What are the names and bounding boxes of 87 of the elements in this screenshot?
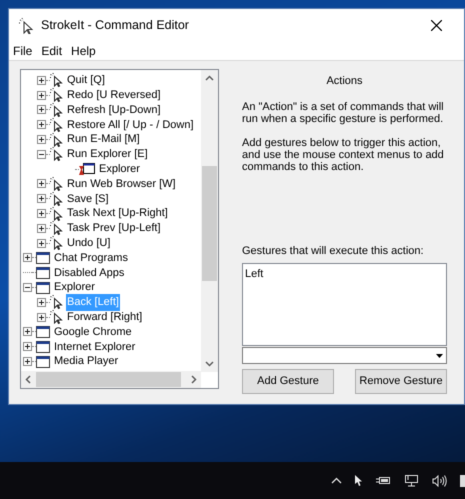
window-icon (36, 252, 50, 264)
tree-item[interactable]: Run E-Mail [M] (66, 131, 141, 148)
tree-item[interactable]: Refresh [Up-Down] (66, 102, 162, 118)
gesture-cursor-icon (50, 73, 63, 88)
tree-item[interactable]: Forward [Right] (66, 308, 144, 326)
expand-toggle[interactable] (23, 253, 32, 262)
action-button[interactable]: Add Gesture (242, 369, 334, 394)
tree-item[interactable]: Redo [U Reversed] (66, 86, 162, 104)
expand-toggle[interactable] (37, 238, 46, 248)
expand-toggle[interactable] (37, 312, 46, 322)
tree-item[interactable]: Undo [U] (66, 234, 112, 252)
gesture-cursor-icon (19, 18, 35, 34)
expand-toggle[interactable] (37, 135, 46, 144)
tree-item[interactable]: Chat Programs (53, 250, 129, 266)
panel-heading: Actions (326, 74, 363, 89)
tree-item[interactable]: Explorer (98, 160, 141, 178)
expand-toggle[interactable] (37, 298, 46, 307)
speaker-icon[interactable] (432, 474, 447, 486)
scroll-right-icon[interactable] (191, 375, 197, 384)
action-button[interactable]: Remove Gesture (355, 369, 447, 394)
menu-item[interactable]: File (13, 42, 32, 60)
window-icon (36, 340, 50, 353)
dropdown-caret-icon (436, 354, 443, 358)
description-text: Add gestures below to trigger this action, and use the mouse context menus to add commands to this action. (242, 136, 445, 172)
scroll-thumb[interactable] (202, 166, 217, 281)
cursor-icon[interactable] (355, 475, 363, 486)
notification-icon[interactable] (460, 474, 465, 486)
gesture-cursor-icon (50, 102, 63, 117)
tree-item[interactable]: Internet Explorer (53, 338, 136, 355)
tree-item[interactable]: Save [S] (66, 190, 110, 208)
collapse-toggle[interactable] (23, 283, 32, 292)
horizontal-scrollbar[interactable] (21, 371, 201, 388)
tree-item[interactable]: Restore All [/ Up - / Down] (66, 116, 195, 134)
scroll-down-icon[interactable] (205, 361, 214, 367)
gesture-cursor-icon (50, 221, 63, 236)
scroll-thumb[interactable] (36, 372, 181, 387)
menu-item[interactable]: Help (71, 42, 96, 60)
description-text: An "Action" is a set of commands that will run when a specific gesture is performed. (242, 100, 445, 124)
collapse-toggle[interactable] (37, 150, 46, 159)
application-icon (79, 162, 95, 176)
gesture-cursor-icon (50, 236, 63, 250)
gesture-cursor-icon (50, 118, 63, 132)
scroll-left-icon[interactable] (25, 375, 31, 384)
gesture-dropdown[interactable] (242, 347, 447, 364)
expand-toggle[interactable] (37, 90, 46, 100)
close-icon[interactable] (431, 20, 442, 31)
tree-item[interactable]: Explorer (53, 279, 96, 296)
vertical-scrollbar[interactable] (201, 70, 218, 372)
gesture-entry[interactable]: Left (245, 266, 444, 282)
expand-toggle[interactable] (23, 357, 32, 366)
expand-toggle[interactable] (37, 120, 46, 130)
expand-toggle[interactable] (37, 224, 46, 233)
expand-toggle[interactable] (37, 105, 46, 114)
tree-item[interactable]: Quit [Q] (66, 72, 106, 89)
tree-item[interactable]: Run Web Browser [W] (66, 176, 177, 192)
tree-item[interactable]: Google Chrome (53, 324, 133, 340)
expand-toggle[interactable] (37, 179, 46, 188)
scroll-up-icon[interactable] (205, 75, 214, 81)
expand-toggle[interactable] (37, 194, 46, 204)
gesture-list[interactable]: Left (242, 263, 447, 346)
gesture-cursor-icon (50, 192, 63, 206)
tree-item[interactable]: Task Prev [Up-Left] (66, 220, 162, 237)
expand-toggle[interactable] (23, 342, 32, 352)
window-icon (36, 282, 50, 294)
tree-item[interactable]: Task Next [Up-Right] (66, 205, 169, 222)
window-title: StrokeIt - Command Editor (41, 17, 189, 34)
gestures-label: Gestures that will execute this action: (242, 244, 425, 258)
gesture-cursor-icon (50, 206, 63, 221)
gesture-cursor-icon (50, 310, 63, 324)
gesture-cursor-icon (50, 132, 63, 147)
window-icon (36, 356, 50, 368)
network-icon[interactable] (404, 474, 419, 487)
tree-item[interactable]: Run Explorer [E] (66, 146, 149, 163)
gesture-cursor-icon (50, 295, 63, 310)
battery-icon[interactable] (376, 476, 391, 485)
gesture-cursor-icon (50, 88, 63, 102)
tree-item[interactable]: Disabled Apps (53, 264, 126, 282)
window-icon (36, 266, 50, 279)
menu-item[interactable]: Edit (41, 42, 62, 60)
chevron-up-icon[interactable] (331, 477, 342, 484)
expand-toggle[interactable] (37, 209, 46, 218)
expand-toggle[interactable] (23, 327, 32, 336)
expand-toggle[interactable] (37, 76, 46, 85)
window-icon (36, 326, 50, 338)
gesture-cursor-icon (50, 147, 63, 162)
tree-item[interactable]: Media Player (53, 353, 120, 370)
gesture-cursor-icon (50, 176, 63, 191)
